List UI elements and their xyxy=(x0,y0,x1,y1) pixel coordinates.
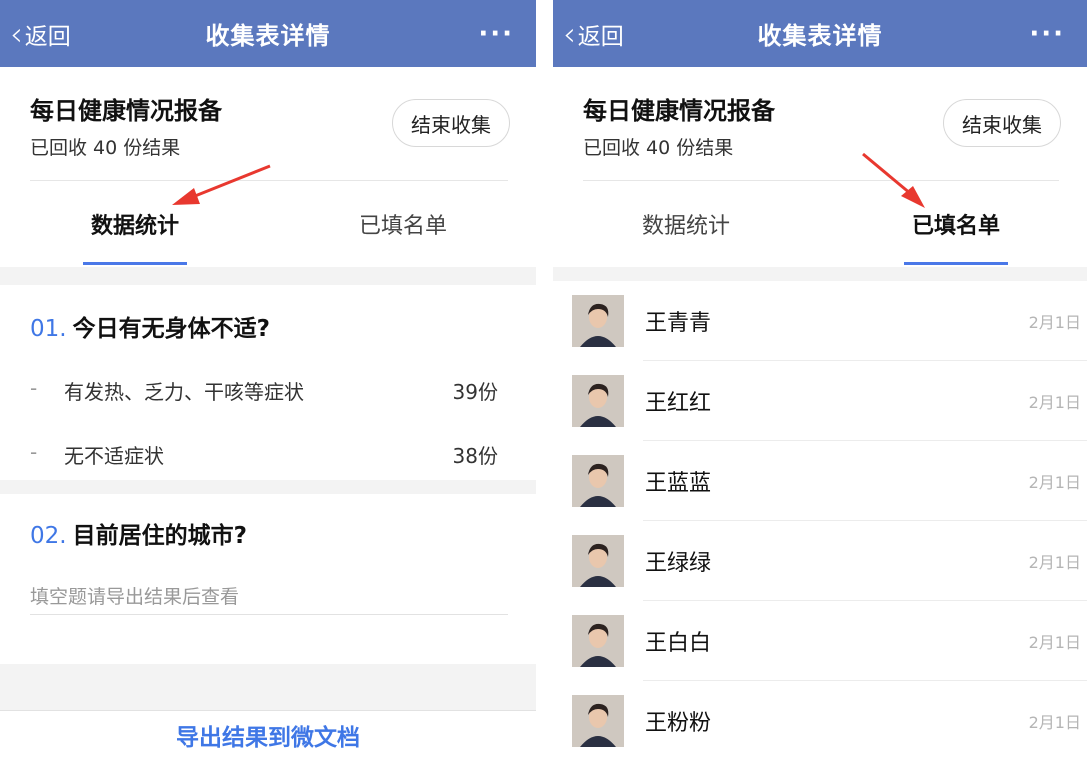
option-label: 有发热、乏力、干咳等症状 xyxy=(64,380,304,404)
list-item[interactable]: 王红红 2月1日 xyxy=(553,361,1087,441)
respondent-name: 王红红 xyxy=(645,391,712,416)
page-title: 收集表详情 xyxy=(205,22,331,50)
list-item[interactable]: 王青青 2月1日 xyxy=(553,281,1087,361)
option-row: - 无不适症状 38份 xyxy=(30,440,498,469)
avatar xyxy=(572,295,624,347)
question-text: 目前居住的城市? xyxy=(72,523,247,549)
page-title: 收集表详情 xyxy=(757,22,883,50)
form-header: 每日健康情况报备 已回收 40 份结果 结束收集 xyxy=(0,67,536,181)
option-label: 无不适症状 xyxy=(64,444,164,468)
submit-date: 2月1日 xyxy=(1028,313,1081,332)
question-number: 01. xyxy=(30,316,67,342)
end-collection-button[interactable]: 结束收集 xyxy=(943,99,1061,147)
divider xyxy=(30,614,508,615)
avatar xyxy=(572,455,624,507)
respondent-list: 王青青 2月1日 王红红 2月1日 王蓝蓝 2月1日 王绿绿 2月1日 王白白 2月1日 王粉粉 2月… xyxy=(553,281,1087,759)
stats-screen: ‹ 返回 收集表详情 ··· 每日健康情况报备 已回收 40 份结果 结束收集 … xyxy=(0,0,536,759)
nav-bar: ‹ 返回 收集表详情 ··· xyxy=(0,0,536,67)
question-card: 01. 今日有无身体不适? - 有发热、乏力、干咳等症状 39份 - 无不适症状 … xyxy=(0,285,536,480)
question-number: 02. xyxy=(30,523,67,549)
tab-list-label: 已填名单 xyxy=(911,214,1000,239)
list-screen: ‹ 返回 收集表详情 ··· 每日健康情况报备 已回收 40 份结果 结束收集 … xyxy=(553,0,1087,759)
tab-bar: 数据统计 已填名单 xyxy=(553,181,1087,267)
tab-active-indicator xyxy=(83,262,187,265)
submit-date: 2月1日 xyxy=(1028,713,1081,732)
more-icon[interactable]: ··· xyxy=(478,0,514,67)
end-collection-button[interactable]: 结束收集 xyxy=(392,99,510,147)
form-header: 每日健康情况报备 已回收 40 份结果 结束收集 xyxy=(553,67,1087,181)
submit-date: 2月1日 xyxy=(1028,393,1081,412)
tab-stats[interactable]: 数据统计 xyxy=(35,181,235,267)
option-count: 38份 xyxy=(452,444,498,468)
list-item[interactable]: 王蓝蓝 2月1日 xyxy=(553,441,1087,521)
tab-list-label: 已填名单 xyxy=(358,214,447,239)
respondent-name: 王粉粉 xyxy=(645,711,712,736)
more-icon[interactable]: ··· xyxy=(1029,0,1065,67)
form-title: 每日健康情况报备 xyxy=(30,97,222,125)
tab-stats[interactable]: 数据统计 xyxy=(586,181,786,267)
respondent-name: 王白白 xyxy=(645,631,712,656)
tab-list[interactable]: 已填名单 xyxy=(856,181,1056,267)
section-gap xyxy=(0,480,536,494)
submit-date: 2月1日 xyxy=(1028,633,1081,652)
tab-stats-label: 数据统计 xyxy=(90,214,179,239)
list-item[interactable]: 王白白 2月1日 xyxy=(553,601,1087,681)
respondent-name: 王青青 xyxy=(645,311,712,336)
question-card: 02. 目前居住的城市? 填空题请导出结果后查看 xyxy=(0,494,536,644)
question-title: 01. 今日有无身体不适? xyxy=(30,309,270,343)
respondent-name: 王绿绿 xyxy=(645,551,712,576)
result-count: 已回收 40 份结果 xyxy=(30,137,181,159)
nav-bar: ‹ 返回 收集表详情 ··· xyxy=(553,0,1087,67)
submit-date: 2月1日 xyxy=(1028,473,1081,492)
avatar xyxy=(572,375,624,427)
option-row: - 有发热、乏力、干咳等症状 39份 xyxy=(30,376,498,405)
result-count: 已回收 40 份结果 xyxy=(583,137,734,159)
list-item[interactable]: 王粉粉 2月1日 xyxy=(553,681,1087,759)
form-title: 每日健康情况报备 xyxy=(583,97,775,125)
fill-in-hint: 填空题请导出结果后查看 xyxy=(30,586,240,608)
section-gap xyxy=(553,267,1087,281)
tab-active-indicator xyxy=(904,262,1008,265)
tab-bar: 数据统计 已填名单 xyxy=(0,181,536,267)
tab-stats-label: 数据统计 xyxy=(641,214,730,239)
question-title: 02. 目前居住的城市? xyxy=(30,516,247,550)
dash-icon: - xyxy=(30,440,38,464)
section-gap xyxy=(0,267,536,285)
tab-list[interactable]: 已填名单 xyxy=(303,181,503,267)
section-gap xyxy=(0,664,536,710)
question-text: 今日有无身体不适? xyxy=(72,316,270,342)
list-item[interactable]: 王绿绿 2月1日 xyxy=(553,521,1087,601)
avatar xyxy=(572,615,624,667)
avatar xyxy=(572,695,624,747)
export-button[interactable]: 导出结果到微文档 xyxy=(0,710,536,759)
respondent-name: 王蓝蓝 xyxy=(645,471,712,496)
dash-icon: - xyxy=(30,376,38,400)
avatar xyxy=(572,535,624,587)
option-count: 39份 xyxy=(452,380,498,404)
submit-date: 2月1日 xyxy=(1028,553,1081,572)
